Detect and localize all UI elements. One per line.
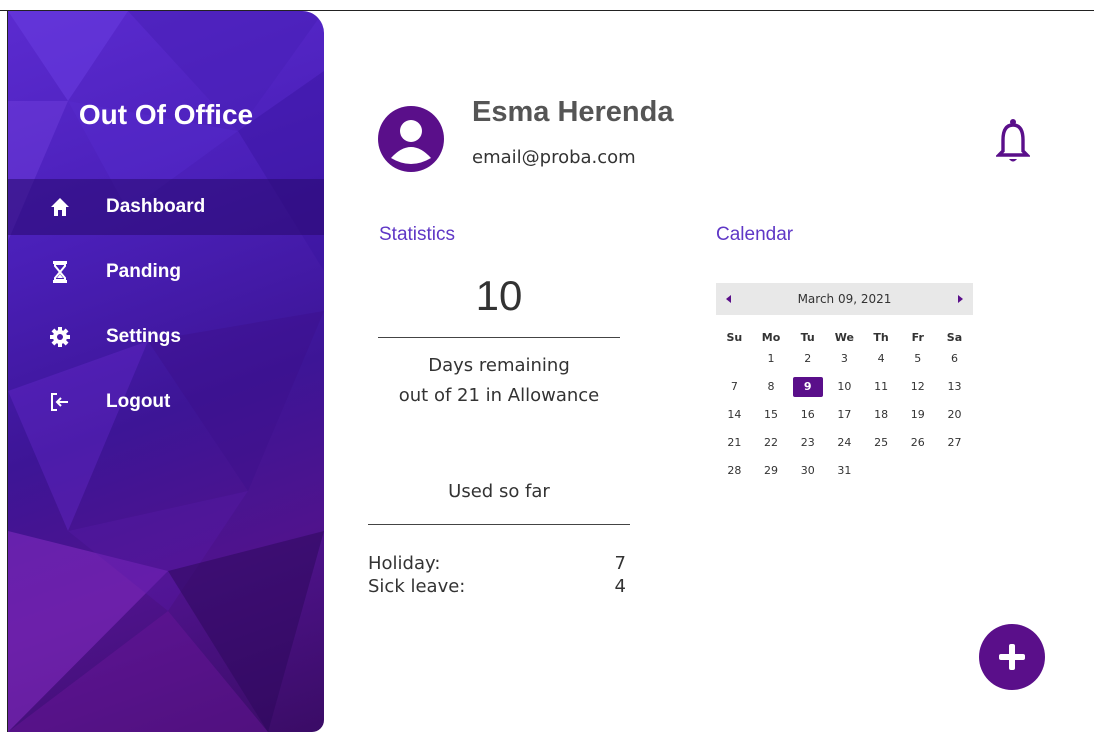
calendar-day[interactable]: 2 — [789, 348, 826, 376]
divider — [378, 337, 620, 338]
calendar-day[interactable]: 7 — [716, 376, 753, 404]
calendar-weekday: Th — [873, 331, 889, 344]
calendar-grid: Su Mo Tu We Th Fr Sa 1 2 3 4 5 6 7 8 9 10 11 12 13 14 15 16 17 1… — [716, 331, 973, 488]
calendar-day[interactable]: 15 — [753, 404, 790, 432]
calendar-day-empty — [716, 348, 753, 376]
statistics-title: Statistics — [379, 224, 456, 245]
calendar-day[interactable]: 30 — [789, 460, 826, 488]
calendar-day[interactable]: 1 — [753, 348, 790, 376]
calendar-day[interactable]: 4 — [863, 348, 900, 376]
calendar-day[interactable]: 13 — [936, 376, 973, 404]
calendar-title: Calendar — [716, 224, 794, 245]
calendar-day[interactable]: 14 — [716, 404, 753, 432]
sick-leave-row: Sick leave: 4 — [368, 576, 626, 597]
sick-leave-label: Sick leave: — [368, 576, 466, 597]
chevron-right-icon[interactable] — [958, 295, 963, 303]
remaining-caption-line2: out of 21 in Allowance — [398, 385, 600, 406]
sidebar-item-label: Settings — [106, 326, 181, 347]
holiday-label: Holiday: — [368, 553, 441, 574]
gear-icon — [50, 326, 70, 348]
calendar-day[interactable]: 10 — [826, 376, 863, 404]
logout-icon — [50, 391, 70, 413]
calendar-month-label: March 09, 2021 — [797, 292, 892, 306]
home-icon — [50, 196, 70, 218]
calendar-day[interactable]: 3 — [826, 348, 863, 376]
calendar-day[interactable]: 18 — [863, 404, 900, 432]
brand-title: Out Of Office — [78, 99, 254, 130]
calendar-day[interactable]: 5 — [899, 348, 936, 376]
calendar-day[interactable]: 27 — [936, 432, 973, 460]
calendar-weekday: Mo — [761, 331, 781, 344]
calendar-day[interactable]: 31 — [826, 460, 863, 488]
sidebar-nav: Dashboard Panding Settings Logout — [8, 179, 324, 439]
sidebar-item-logout[interactable]: Logout — [8, 374, 324, 430]
calendar-day[interactable]: 16 — [789, 404, 826, 432]
divider — [368, 524, 630, 525]
plus-icon — [999, 644, 1025, 670]
calendar-weekday: Su — [726, 331, 743, 344]
calendar-day[interactable]: 17 — [826, 404, 863, 432]
calendar-day[interactable]: 28 — [716, 460, 753, 488]
calendar-widget: March 09, 2021 Su Mo Tu We Th Fr Sa 1 2 3 4 5 6 7 8 9 10… — [716, 283, 973, 488]
calendar-header: March 09, 2021 — [716, 283, 973, 315]
sidebar-item-label: Logout — [106, 391, 171, 412]
calendar-day[interactable]: 29 — [753, 460, 790, 488]
user-email: email@proba.com — [472, 147, 636, 168]
add-request-button[interactable] — [979, 624, 1045, 690]
calendar-day[interactable]: 23 — [789, 432, 826, 460]
sidebar: Out Of Office Dashboard Panding Settings… — [8, 11, 324, 732]
holiday-value: 7 — [614, 553, 626, 574]
sidebar-item-label: Panding — [106, 261, 181, 282]
sidebar-item-dashboard[interactable]: Dashboard — [8, 179, 324, 235]
remaining-caption-line1: Days remaining — [428, 355, 570, 376]
calendar-day[interactable]: 8 — [753, 376, 790, 404]
user-avatar-icon[interactable] — [378, 106, 444, 172]
holiday-row: Holiday: 7 — [368, 553, 626, 574]
calendar-day-selected[interactable]: 9 — [789, 376, 826, 404]
calendar-day[interactable]: 26 — [899, 432, 936, 460]
sidebar-item-panding[interactable]: Panding — [8, 244, 324, 300]
calendar-day[interactable]: 6 — [936, 348, 973, 376]
used-so-far-title: Used so far — [448, 481, 550, 502]
calendar-weekday: Fr — [911, 331, 924, 344]
user-name: Esma Herenda — [472, 96, 674, 128]
sick-leave-value: 4 — [614, 576, 626, 597]
remaining-days-count: 10 — [475, 272, 523, 319]
calendar-day[interactable]: 21 — [716, 432, 753, 460]
calendar-day[interactable]: 12 — [899, 376, 936, 404]
calendar-day[interactable]: 24 — [826, 432, 863, 460]
chevron-left-icon[interactable] — [726, 295, 731, 303]
sidebar-item-settings[interactable]: Settings — [8, 309, 324, 365]
sidebar-item-label: Dashboard — [106, 196, 206, 217]
calendar-weekday: We — [834, 331, 854, 344]
calendar-day[interactable]: 25 — [863, 432, 900, 460]
calendar-day[interactable]: 20 — [936, 404, 973, 432]
calendar-weekday: Tu — [800, 331, 815, 344]
calendar-day[interactable]: 19 — [899, 404, 936, 432]
calendar-weekday: Sa — [946, 331, 963, 344]
hourglass-icon — [50, 261, 70, 283]
calendar-day[interactable]: 11 — [863, 376, 900, 404]
bell-icon[interactable] — [994, 118, 1032, 166]
calendar-day[interactable]: 22 — [753, 432, 790, 460]
